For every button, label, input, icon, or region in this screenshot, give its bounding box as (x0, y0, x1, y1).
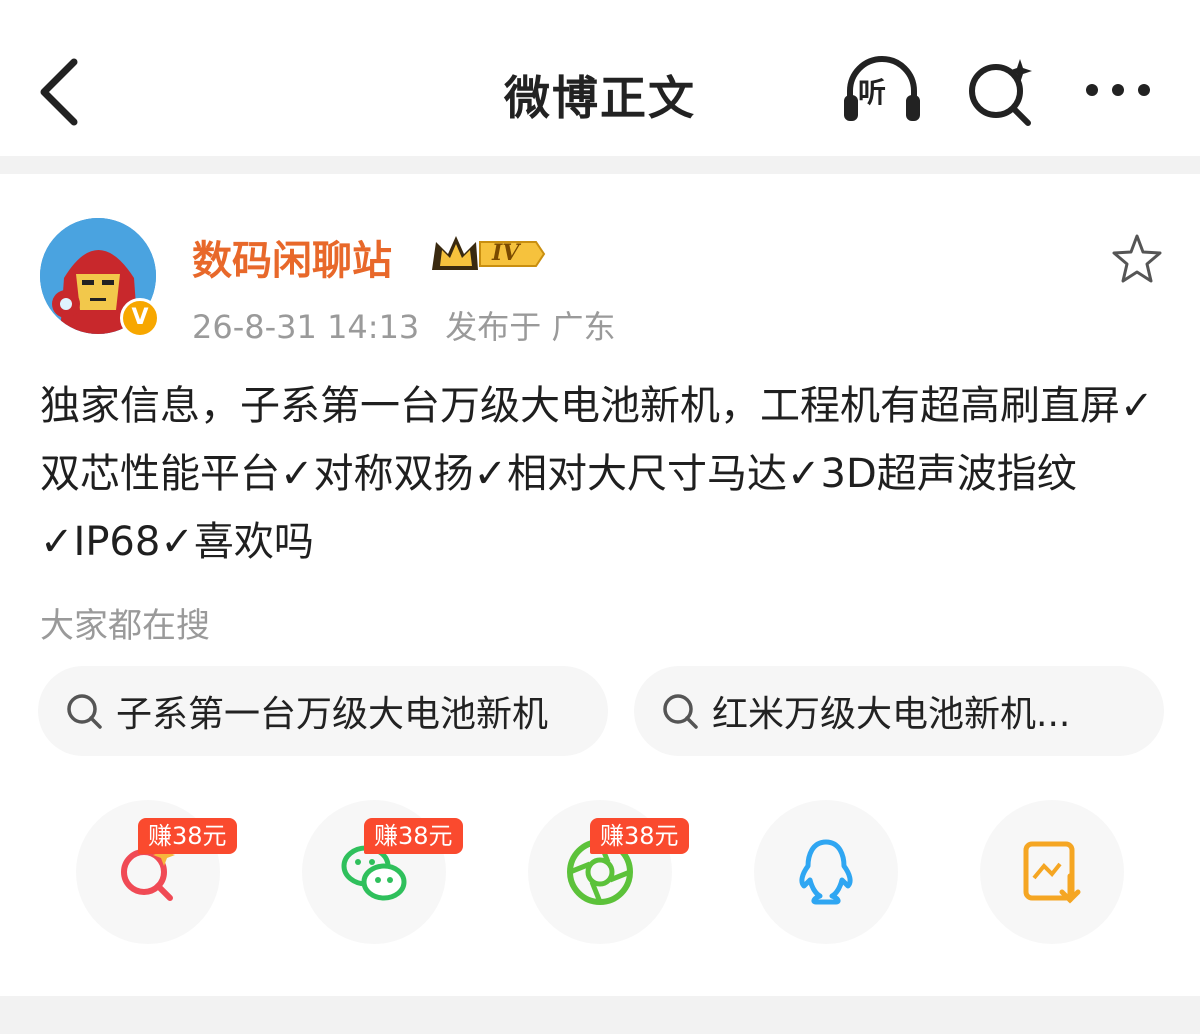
save-image-icon (1023, 841, 1081, 904)
earn-reward-badge: 赚38元 (590, 818, 689, 854)
search-sparkle-icon[interactable] (966, 55, 1038, 127)
search-icon (663, 694, 698, 729)
username[interactable]: 数码闲聊站 (192, 228, 392, 286)
search-icon (67, 694, 102, 729)
share-qq-button[interactable] (754, 800, 898, 944)
crown-icon (432, 236, 546, 270)
bottom-divider (0, 996, 1200, 1034)
earn-reward-badge: 赚38元 (138, 818, 237, 854)
listen-label: 听 (858, 76, 887, 109)
search-chip[interactable]: 红米万级大电池新机... (634, 666, 1164, 756)
post-location: 发布于 广东 (445, 308, 616, 346)
save-image-button[interactable] (980, 800, 1124, 944)
post-content: 独家信息，子系第一台万级大电池新机，工程机有超高刷直屏✓双芯性能平台✓对称双扬✓… (40, 383, 1154, 565)
earn-reward-badge: 赚38元 (364, 818, 463, 854)
search-chip-label: 子系第一台万级大电池新机 (116, 694, 549, 735)
search-chip-label: 红米万级大电池新机... (712, 694, 1071, 735)
post-meta: 26-8-31 14:13 发布于 广东 (192, 302, 641, 348)
more-dots-icon[interactable] (1082, 78, 1154, 102)
trending-search-label: 大家都在搜 (40, 606, 210, 646)
top-nav-bar: 微博正文 听 (0, 0, 1200, 156)
favorite-star-icon[interactable] (1110, 232, 1164, 286)
search-chip[interactable]: 子系第一台万级大电池新机 (38, 666, 608, 756)
member-level-badge[interactable]: IV (428, 232, 548, 276)
verified-badge: V (120, 298, 160, 338)
listen-button[interactable]: 听 (840, 55, 924, 125)
qq-penguin-icon (799, 839, 853, 905)
member-level-text: IV (492, 240, 520, 266)
section-divider (0, 156, 1200, 174)
post-time: 26-8-31 14:13 (192, 308, 420, 346)
